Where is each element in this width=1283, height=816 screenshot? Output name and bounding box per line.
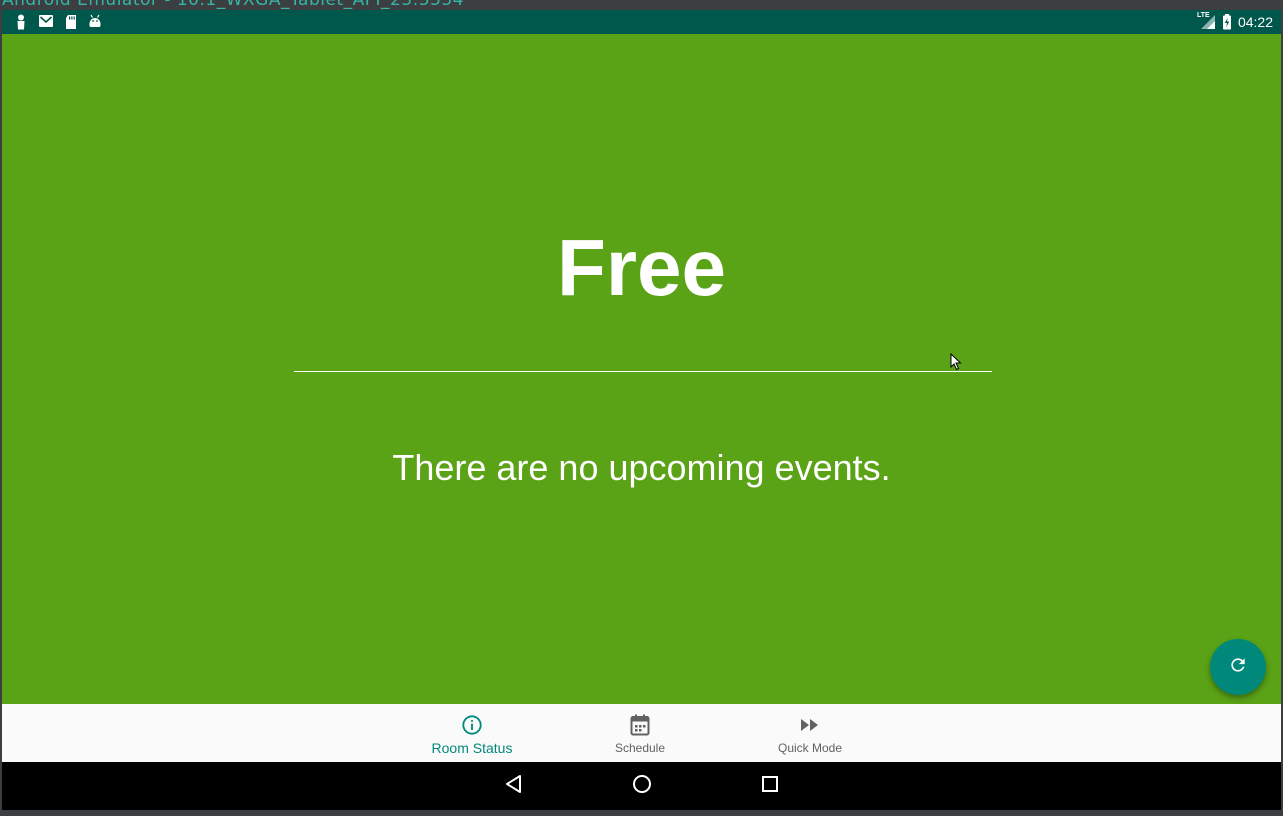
back-button[interactable] [502, 774, 526, 798]
divider [294, 371, 992, 372]
tab-room-status-label: Room Status [431, 740, 513, 756]
back-icon [504, 774, 524, 798]
tab-quick-mode-label: Quick Mode [777, 741, 843, 755]
window-title: Android Emulator - 10.1_WXGA_Tablet_API_… [2, 0, 465, 10]
device-screen: LTE 04:22 Free There are no upcoming eve… [2, 10, 1281, 810]
notification-icons [14, 14, 102, 30]
sd-card-icon [64, 14, 78, 30]
battery-charging-icon [1222, 14, 1232, 30]
calendar-icon [630, 713, 650, 737]
room-status-screen: Free There are no upcoming events. [2, 34, 1281, 704]
tab-schedule-label: Schedule [614, 741, 666, 755]
refresh-button[interactable] [1210, 639, 1266, 695]
system-status: LTE 04:22 [1196, 12, 1273, 31]
status-bar: LTE 04:22 [2, 10, 1281, 34]
android-icon [88, 14, 102, 30]
recents-icon [761, 775, 779, 797]
tab-room-status[interactable]: Room Status [388, 704, 556, 762]
clock: 04:22 [1237, 14, 1273, 30]
refresh-icon [1228, 655, 1248, 679]
tab-quick-mode[interactable]: Quick Mode [726, 704, 894, 762]
home-button[interactable] [630, 774, 654, 798]
home-icon [632, 774, 652, 798]
person-icon [14, 14, 28, 30]
fast-forward-icon [799, 713, 821, 737]
mouse-cursor-icon [950, 352, 962, 375]
lte-signal-icon: LTE [1196, 12, 1216, 30]
network-type-label: LTE [1196, 12, 1210, 19]
info-icon [461, 713, 483, 737]
gmail-icon [38, 14, 54, 30]
bottom-navigation: Room Status Schedule Quick Mode [2, 704, 1281, 762]
events-message: There are no upcoming events. [392, 447, 891, 488]
system-navigation-bar [2, 762, 1281, 810]
tab-schedule[interactable]: Schedule [556, 704, 724, 762]
emulator-window: Android Emulator - 10.1_WXGA_Tablet_API_… [0, 0, 1283, 816]
room-status-title: Free [557, 223, 726, 312]
recents-button[interactable] [758, 774, 782, 798]
